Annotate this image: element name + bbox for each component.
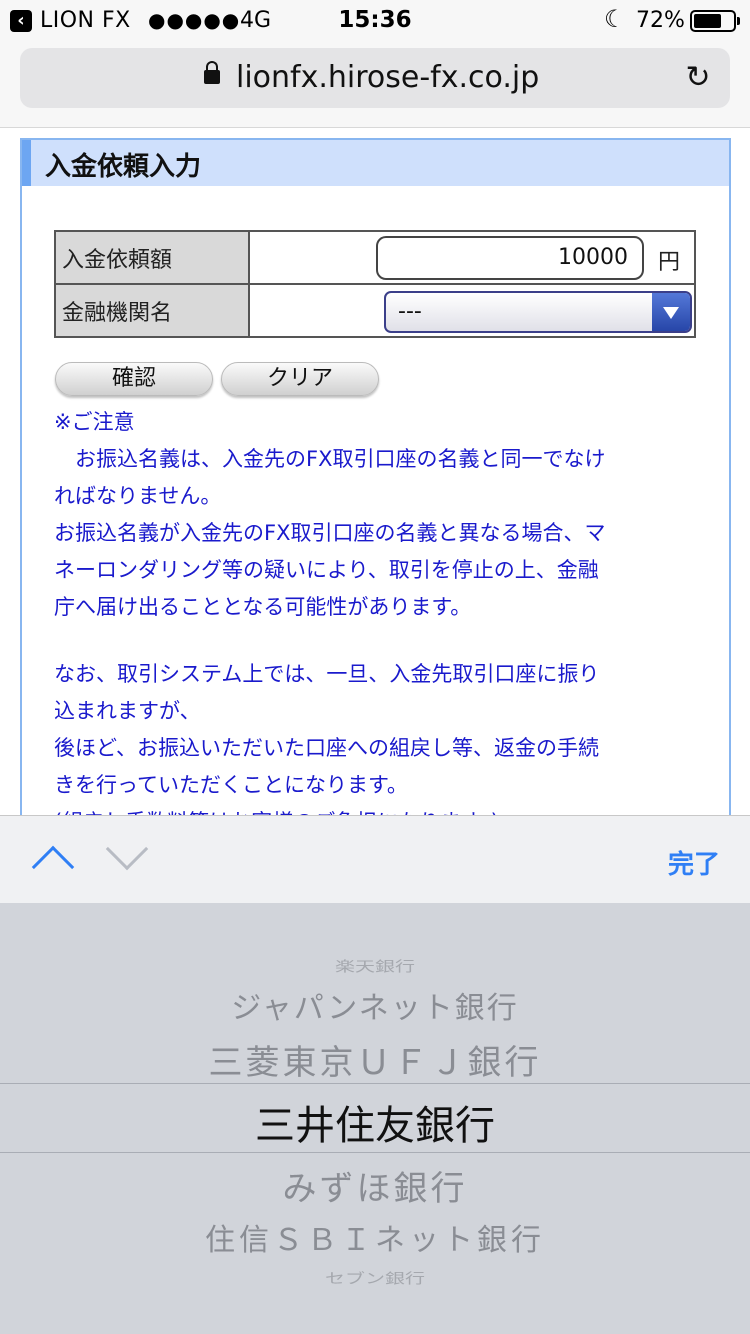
keyboard-accessory-bar: 完了: [0, 815, 750, 903]
reload-icon[interactable]: ↻: [680, 60, 716, 96]
url-text: lionfx.hirose-fx.co.jp: [236, 60, 540, 95]
notice-spacer: [54, 626, 704, 656]
notice-line: 込まれますが、: [54, 699, 201, 723]
bank-select[interactable]: ---: [384, 291, 692, 333]
deposit-form-table: 入金依頼額 10000 円 金融機関名 ---: [54, 230, 696, 338]
notice-line: 後ほど、お振込いただいた口座への組戻し等、返金の手続: [54, 736, 599, 760]
address-bar[interactable]: lionfx.hirose-fx.co.jp ↻: [20, 48, 730, 108]
picker-item[interactable]: 三菱東京ＵＦＪ銀行: [0, 1035, 750, 1084]
chevron-down-icon[interactable]: [105, 827, 149, 871]
notice-line: ネーロンダリング等の疑いにより、取引を停止の上、金融: [54, 558, 599, 582]
notice-line: お振込名義は、入金先のFX取引口座の名義と同一でなけ: [54, 447, 606, 471]
do-not-disturb-icon: ☾: [604, 5, 626, 33]
picker-item-selected[interactable]: 三井住友銀行: [0, 1093, 750, 1151]
notice-text: ※ご注意 お振込名義は、入金先のFX取引口座の名義と同一でなけ ればなりません。…: [54, 404, 704, 815]
amount-label: 入金依頼額: [54, 230, 250, 285]
notice-line: (組戻し手数料等はお客様のご負担になります。): [54, 804, 704, 815]
notice-line: なお、取引システム上では、一旦、入金先取引口座に振り: [54, 662, 600, 686]
amount-input[interactable]: 10000: [376, 236, 644, 280]
bank-select-value: ---: [398, 299, 422, 324]
picker-item[interactable]: みずほ銀行: [0, 1161, 750, 1210]
battery-icon: [690, 10, 740, 32]
bank-row: 金融機関名 ---: [54, 283, 696, 338]
notice-line: ればなりません。: [54, 484, 222, 508]
page-title: 入金依頼入力: [45, 152, 202, 182]
battery-fill: [694, 14, 722, 28]
picker-item[interactable]: ジャパンネット銀行: [0, 983, 750, 1027]
battery-percentage: 72%: [636, 8, 685, 33]
picker-item[interactable]: 住信ＳＢＩネット銀行: [0, 1215, 750, 1259]
done-button[interactable]: 完了: [668, 844, 720, 881]
notice-heading: ※ご注意: [54, 410, 135, 434]
lock-icon: [204, 61, 220, 84]
page-content: 入金依頼入力 入金依頼額 10000 円 金融機関名 --- 確認 クリア ※ご…: [0, 128, 750, 815]
amount-cell: 10000 円: [248, 230, 696, 285]
amount-unit: 円: [658, 250, 681, 275]
status-bar: ‹ LION FX ●●●●● 4G 15:36 ☾ 72%: [0, 0, 750, 40]
bank-label: 金融機関名: [54, 283, 250, 338]
dropdown-arrow-icon: [652, 293, 690, 331]
bank-picker-wheel[interactable]: 楽天銀行 ジャパンネット銀行 三菱東京ＵＦＪ銀行 三井住友銀行 みずほ銀行 住信…: [0, 903, 750, 1334]
notice-line: きを行っていただくことになります。: [54, 773, 408, 797]
confirm-button[interactable]: 確認: [55, 362, 213, 396]
browser-toolbar: lionfx.hirose-fx.co.jp ↻: [0, 40, 750, 128]
deposit-panel: 入金依頼入力 入金依頼額 10000 円 金融機関名 --- 確認 クリア ※ご…: [20, 138, 731, 815]
bank-cell: ---: [248, 283, 696, 338]
panel-header: 入金依頼入力: [22, 140, 729, 186]
picker-item[interactable]: セブン銀行: [0, 1267, 750, 1287]
clear-button[interactable]: クリア: [221, 362, 379, 396]
notice-line: お振込名義が入金先のFX取引口座の名義と異なる場合、マ: [54, 521, 606, 545]
notice-line: 庁へ届け出ることとなる可能性があります。: [54, 595, 472, 619]
amount-row: 入金依頼額 10000 円: [54, 230, 696, 285]
chevron-up-icon[interactable]: [31, 845, 75, 889]
picker-item[interactable]: 楽天銀行: [0, 955, 750, 975]
